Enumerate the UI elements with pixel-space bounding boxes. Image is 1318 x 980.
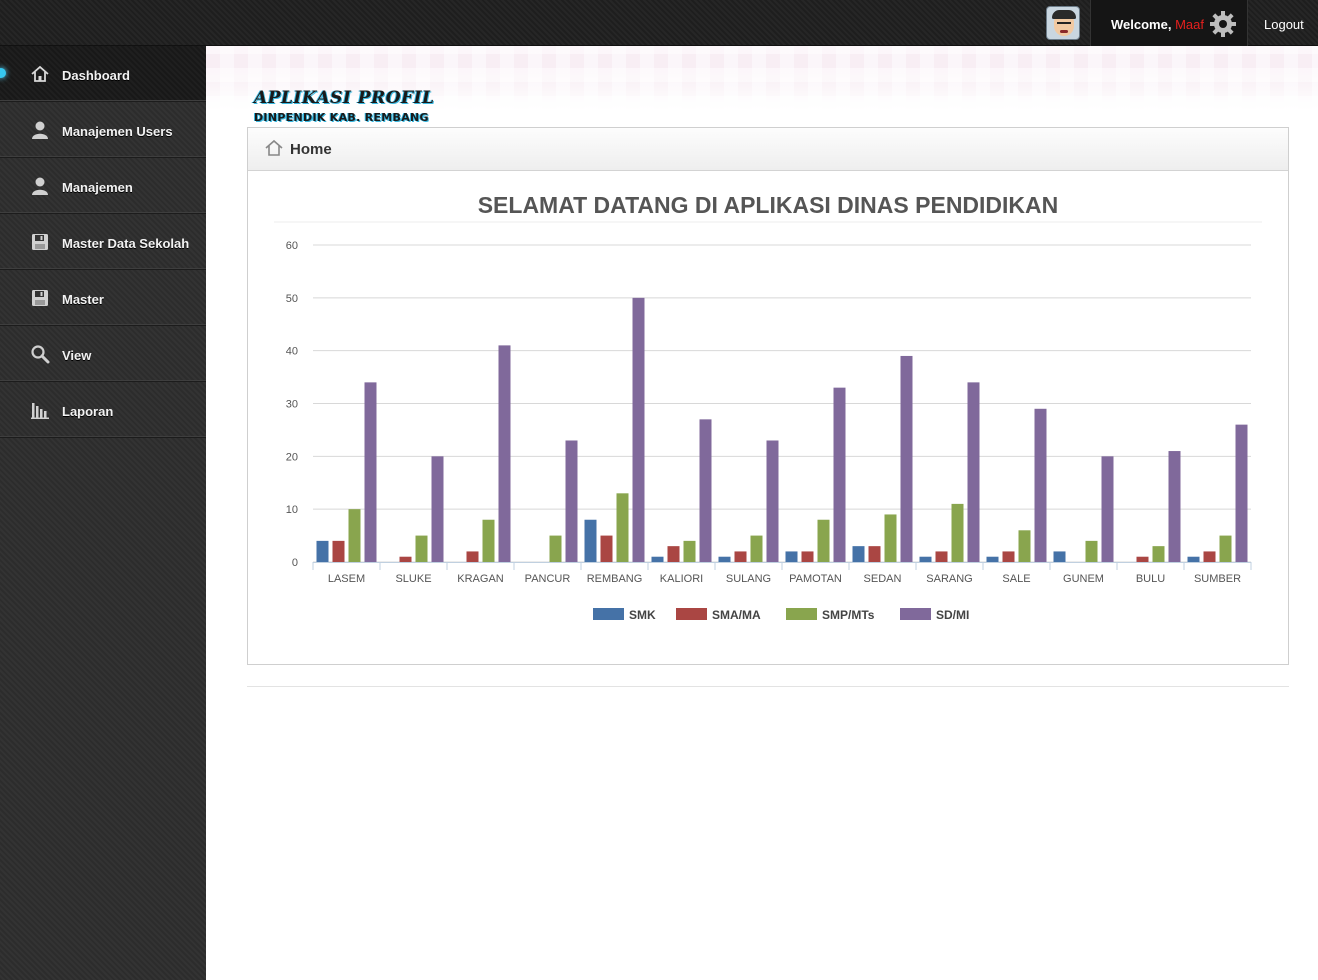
divider	[247, 686, 1289, 687]
sidebar-item-master[interactable]: Master	[0, 270, 206, 326]
panel-title: Home	[290, 141, 332, 158]
save-icon	[32, 290, 48, 306]
sidebar-item-label: Master	[62, 292, 104, 307]
home-icon	[31, 65, 49, 82]
top-bar: Welcome, Maaf Logout	[0, 0, 1318, 46]
app-logo-subtitle: DINPENDIK KAB. REMBANG	[254, 111, 429, 124]
sidebar-item-label: Master Data Sekolah	[62, 236, 190, 251]
sidebar-item-master-data-sekolah[interactable]: Master Data Sekolah	[0, 214, 206, 270]
sidebar: Dashboard Manajemen Users Manajemen Mast…	[0, 46, 206, 980]
sidebar-item-laporan[interactable]: Laporan	[0, 382, 206, 438]
welcome-text: Welcome, Maaf	[1111, 17, 1204, 32]
welcome-label: Welcome,	[1111, 17, 1172, 32]
active-indicator	[0, 68, 6, 78]
user-avatar-icon[interactable]	[1046, 6, 1080, 40]
gear-icon[interactable]	[1209, 10, 1237, 38]
sidebar-item-dashboard[interactable]: Dashboard	[0, 46, 206, 102]
sidebar-item-manajemen-users[interactable]: Manajemen Users	[0, 102, 206, 158]
sidebar-item-label: View	[62, 348, 92, 363]
sidebar-item-manajemen[interactable]: Manajemen	[0, 158, 206, 214]
home-panel: Home	[247, 127, 1289, 665]
welcome-box: Welcome, Maaf	[1090, 0, 1248, 46]
sidebar-item-label: Dashboard	[62, 68, 130, 83]
app-logo-title: APLIKASI PROFIL	[254, 88, 435, 108]
user-icon	[32, 121, 48, 139]
panel-header: Home	[248, 128, 1288, 171]
sidebar-item-label: Manajemen	[62, 180, 133, 195]
sidebar-item-label: Manajemen Users	[62, 124, 173, 139]
sidebar-item-label: Laporan	[62, 404, 114, 419]
user-icon	[32, 177, 48, 195]
username[interactable]: Maaf	[1175, 17, 1204, 32]
bar-chart-icon	[31, 403, 49, 419]
sidebar-item-view[interactable]: View	[0, 326, 206, 382]
home-icon	[265, 139, 283, 156]
logout-link[interactable]: Logout	[1264, 17, 1304, 32]
search-icon	[31, 345, 50, 364]
save-icon	[32, 234, 48, 250]
